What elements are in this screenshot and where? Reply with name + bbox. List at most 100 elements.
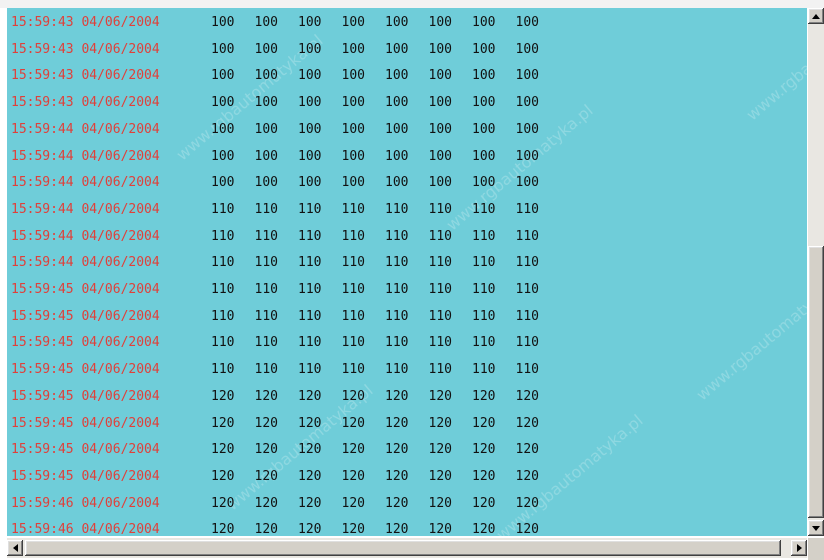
- log-value: 100: [298, 95, 322, 111]
- log-value: 110: [211, 308, 235, 324]
- log-value: 100: [298, 121, 322, 137]
- log-timestamp: 15:59:44 04/06/2004: [11, 175, 160, 191]
- scroll-left-button[interactable]: [7, 540, 23, 556]
- log-value: 100: [254, 148, 278, 164]
- log-value: 110: [211, 282, 235, 297]
- log-value: 100: [515, 95, 539, 111]
- log-value: 120: [341, 522, 365, 536]
- log-value: 120: [472, 522, 496, 536]
- log-value: 110: [385, 308, 409, 324]
- log-list[interactable]: www.rgbautomatyka.pl www.rgbautomatyka.p…: [7, 8, 807, 536]
- log-value: 110: [515, 308, 539, 324]
- log-value: 100: [341, 95, 365, 111]
- log-timestamp: 15:59:44 04/06/2004: [11, 201, 160, 217]
- log-value: 100: [211, 95, 235, 111]
- scroll-right-button[interactable]: [791, 540, 807, 556]
- log-window: www.rgbautomatyka.pl www.rgbautomatyka.p…: [0, 0, 824, 560]
- log-value: 110: [341, 201, 365, 217]
- log-value: 120: [341, 468, 365, 484]
- log-value: 120: [341, 388, 365, 404]
- horizontal-scroll-thumb[interactable]: [25, 540, 781, 556]
- log-value: 110: [211, 362, 235, 378]
- log-value: 120: [472, 468, 496, 484]
- log-value: 120: [385, 388, 409, 404]
- log-value: 120: [428, 442, 452, 458]
- log-value: 100: [211, 15, 235, 30]
- log-value: 110: [385, 335, 409, 351]
- log-value: 100: [211, 41, 235, 57]
- log-value: 100: [341, 148, 365, 164]
- scroll-down-button[interactable]: [808, 520, 824, 536]
- log-value: 110: [428, 201, 452, 217]
- vertical-scrollbar[interactable]: [808, 8, 824, 536]
- scrollbar-corner: [808, 538, 824, 560]
- log-value: 120: [515, 468, 539, 484]
- log-timestamp: 15:59:45 04/06/2004: [11, 442, 160, 458]
- log-value: 110: [211, 255, 235, 271]
- log-value: 120: [428, 522, 452, 536]
- log-value: 110: [472, 335, 496, 351]
- horizontal-scrollbar[interactable]: [7, 538, 807, 558]
- log-timestamp: 15:59:43 04/06/2004: [11, 41, 160, 57]
- log-value: 110: [472, 362, 496, 378]
- log-value: 110: [385, 201, 409, 217]
- log-timestamp: 15:59:45 04/06/2004: [11, 362, 160, 378]
- log-value: 100: [428, 68, 452, 84]
- log-value: 120: [515, 415, 539, 431]
- log-timestamp: 15:59:45 04/06/2004: [11, 415, 160, 431]
- log-value: 110: [428, 308, 452, 324]
- arrow-down-icon: [812, 525, 820, 531]
- log-value: 120: [298, 468, 322, 484]
- log-value: 110: [254, 335, 278, 351]
- log-value: 110: [515, 255, 539, 271]
- log-value: 110: [428, 362, 452, 378]
- log-value: 110: [254, 201, 278, 217]
- log-timestamp: 15:59:46 04/06/2004: [11, 495, 160, 511]
- log-timestamp: 15:59:43 04/06/2004: [11, 15, 160, 30]
- log-value: 110: [254, 362, 278, 378]
- log-value: 110: [472, 255, 496, 271]
- log-value: 110: [298, 228, 322, 244]
- log-value: 120: [428, 415, 452, 431]
- log-timestamp: 15:59:43 04/06/2004: [11, 95, 160, 111]
- log-value: 120: [515, 522, 539, 536]
- log-timestamp: 15:59:45 04/06/2004: [11, 335, 160, 351]
- log-value: 120: [298, 388, 322, 404]
- log-value: 120: [341, 495, 365, 511]
- log-value: 100: [515, 15, 539, 30]
- vertical-scroll-thumb[interactable]: [808, 246, 824, 518]
- log-value: 110: [298, 282, 322, 297]
- log-value: 100: [385, 95, 409, 111]
- log-value: 100: [472, 121, 496, 137]
- log-value: 110: [385, 362, 409, 378]
- log-value: 110: [211, 228, 235, 244]
- log-value: 100: [341, 41, 365, 57]
- log-value: 100: [385, 15, 409, 30]
- log-value: 110: [472, 282, 496, 297]
- log-value: 120: [298, 442, 322, 458]
- log-value: 110: [515, 335, 539, 351]
- log-value: 100: [211, 121, 235, 137]
- log-value: 100: [298, 41, 322, 57]
- log-value: 100: [385, 68, 409, 84]
- log-timestamp: 15:59:43 04/06/2004: [11, 68, 160, 84]
- log-value: 100: [515, 41, 539, 57]
- log-value: 110: [385, 255, 409, 271]
- log-value: 120: [385, 522, 409, 536]
- scroll-up-button[interactable]: [808, 8, 824, 24]
- log-value: 120: [472, 388, 496, 404]
- log-value: 120: [211, 415, 235, 431]
- log-value: 100: [254, 121, 278, 137]
- log-timestamp: 15:59:45 04/06/2004: [11, 308, 160, 324]
- log-value: 120: [298, 522, 322, 536]
- log-value: 120: [385, 442, 409, 458]
- log-value: 100: [298, 15, 322, 30]
- log-value: 110: [428, 255, 452, 271]
- log-value: 120: [385, 468, 409, 484]
- log-value: 100: [428, 121, 452, 137]
- log-value: 120: [298, 495, 322, 511]
- log-value: 100: [472, 68, 496, 84]
- log-value: 120: [428, 468, 452, 484]
- window-top-edge: [0, 0, 824, 8]
- log-value: 100: [298, 148, 322, 164]
